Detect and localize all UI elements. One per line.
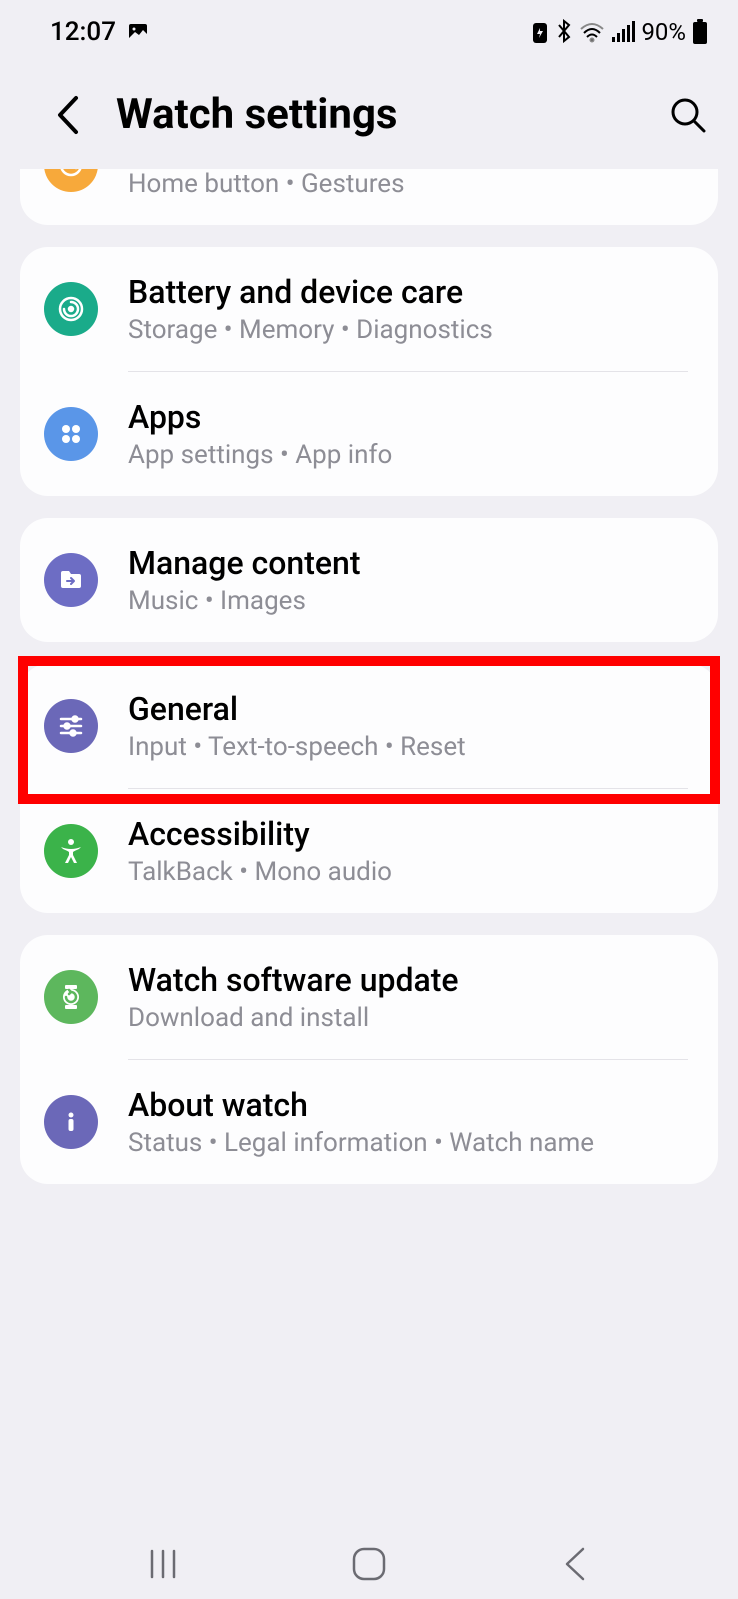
item-subtitle: Status • Legal information • Watch name xyxy=(128,1128,688,1158)
status-right: 90% xyxy=(531,18,708,46)
apps-icon xyxy=(44,407,98,461)
wifi-icon xyxy=(579,21,605,43)
accessibility-icon xyxy=(44,824,98,878)
item-text: Manage content Music • Images xyxy=(128,544,688,616)
picture-icon xyxy=(126,20,150,44)
search-button[interactable] xyxy=(668,95,708,135)
settings-item[interactable]: About watch Status • Legal information • … xyxy=(20,1060,718,1184)
settings-group: Home button • Gestures xyxy=(20,169,718,225)
item-text: Home button • Gestures xyxy=(128,169,688,199)
settings-group: Manage content Music • Images xyxy=(20,518,718,642)
item-title: Manage content xyxy=(128,544,688,582)
item-title: Accessibility xyxy=(128,815,688,853)
settings-group: General Input • Text-to-speech • Reset Acc… xyxy=(20,664,718,913)
info-icon xyxy=(44,1095,98,1149)
item-subtitle: Music • Images xyxy=(128,586,688,616)
signal-icon xyxy=(611,21,635,43)
home-button[interactable] xyxy=(329,1544,409,1584)
item-subtitle: Download and install xyxy=(128,1003,688,1033)
page-title: Watch settings xyxy=(116,90,640,139)
folder-arrow-icon xyxy=(44,553,98,607)
settings-item[interactable]: Manage content Music • Images xyxy=(20,518,718,642)
settings-group: Battery and device care Storage • Memory … xyxy=(20,247,718,496)
item-text: About watch Status • Legal information • … xyxy=(128,1086,688,1158)
item-title: Watch software update xyxy=(128,961,688,999)
update-icon xyxy=(44,970,98,1024)
settings-item[interactable]: Battery and device care Storage • Memory … xyxy=(20,247,718,371)
item-text: Apps App settings • App info xyxy=(128,398,688,470)
home-gesture-icon xyxy=(44,169,98,192)
bluetooth-icon xyxy=(555,19,573,45)
page-header: Watch settings xyxy=(0,60,738,169)
battery-saver-icon xyxy=(531,20,549,44)
item-subtitle: TalkBack • Mono audio xyxy=(128,857,688,887)
settings-list: Home button • Gestures Battery and device… xyxy=(0,169,738,1184)
settings-item[interactable]: Accessibility TalkBack • Mono audio xyxy=(20,789,718,913)
device-care-icon xyxy=(44,282,98,336)
settings-item[interactable]: Home button • Gestures xyxy=(20,169,718,225)
item-title: Battery and device care xyxy=(128,273,688,311)
navigation-bar xyxy=(0,1529,738,1599)
item-text: Battery and device care Storage • Memory … xyxy=(128,273,688,345)
battery-percent: 90% xyxy=(641,18,686,46)
item-text: Accessibility TalkBack • Mono audio xyxy=(128,815,688,887)
item-subtitle: Home button • Gestures xyxy=(128,169,688,199)
status-left: 12:07 xyxy=(50,17,150,47)
sliders-icon xyxy=(44,699,98,753)
item-subtitle: App settings • App info xyxy=(128,440,688,470)
settings-item[interactable]: Apps App settings • App info xyxy=(20,372,718,496)
item-subtitle: Input • Text-to-speech • Reset xyxy=(128,732,688,762)
item-title: General xyxy=(128,690,688,728)
settings-item[interactable]: General Input • Text-to-speech • Reset xyxy=(20,664,718,788)
item-subtitle: Storage • Memory • Diagnostics xyxy=(128,315,688,345)
status-bar: 12:07 90% xyxy=(0,0,738,60)
item-title: About watch xyxy=(128,1086,688,1124)
item-title: Apps xyxy=(128,398,688,436)
battery-icon xyxy=(692,19,708,45)
item-text: Watch software update Download and instal… xyxy=(128,961,688,1033)
settings-group: Watch software update Download and instal… xyxy=(20,935,718,1184)
nav-back-button[interactable] xyxy=(535,1544,615,1584)
item-text: General Input • Text-to-speech • Reset xyxy=(128,690,688,762)
status-time: 12:07 xyxy=(50,17,116,47)
back-button[interactable] xyxy=(48,95,88,135)
recents-button[interactable] xyxy=(123,1544,203,1584)
settings-item[interactable]: Watch software update Download and instal… xyxy=(20,935,718,1059)
